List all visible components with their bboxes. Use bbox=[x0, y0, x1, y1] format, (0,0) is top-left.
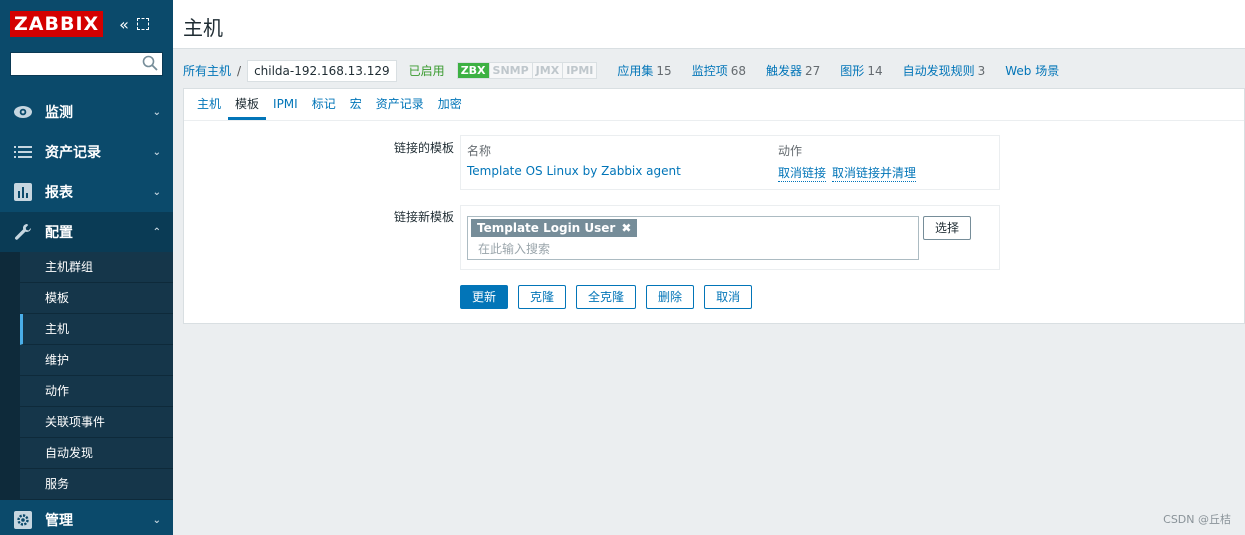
list-icon bbox=[12, 143, 34, 161]
selected-template-chip: Template Login User ✖ bbox=[471, 219, 638, 237]
unlink-button[interactable]: 取消链接 bbox=[778, 164, 827, 182]
linked-template-link[interactable]: Template OS Linux by Zabbix agent bbox=[467, 164, 681, 178]
ipmi-badge: IPMI bbox=[562, 63, 597, 78]
sidebar-search-input[interactable] bbox=[10, 52, 163, 76]
cancel-button[interactable]: 取消 bbox=[704, 285, 753, 309]
form-tabs: 主机 模板 IPMI 标记 宏 资产记录 加密 bbox=[184, 89, 1244, 121]
delete-button[interactable]: 删除 bbox=[646, 285, 695, 309]
submenu-item-discovery[interactable]: 自动发现 bbox=[20, 438, 173, 469]
search-icon[interactable] bbox=[142, 55, 158, 71]
unlink-clear-button[interactable]: 取消链接并清理 bbox=[832, 164, 917, 182]
host-status[interactable]: 已启用 bbox=[409, 62, 445, 79]
kiosk-mode-icon[interactable] bbox=[136, 18, 149, 30]
menu-label: 监测 bbox=[45, 105, 73, 121]
eye-icon bbox=[12, 103, 34, 121]
nav-count: 15 bbox=[656, 64, 672, 78]
tab-ipmi[interactable]: IPMI bbox=[266, 89, 305, 120]
submenu-item-hosts[interactable]: 主机 bbox=[20, 314, 173, 345]
chevron-down-icon: ⌄ bbox=[152, 146, 161, 158]
nav-link-label[interactable]: 图形 bbox=[840, 64, 864, 78]
collapse-sidebar-icon[interactable]: « bbox=[119, 15, 129, 34]
nav-link-label[interactable]: 应用集 bbox=[617, 64, 653, 78]
link-new-templates-label: 链接新模板 bbox=[393, 210, 454, 224]
update-button[interactable]: 更新 bbox=[460, 285, 509, 309]
nav-link-label[interactable]: 监控项 bbox=[692, 64, 728, 78]
sidebar: ZABBIX « 监测 ⌄ 资产记录 ⌄ 报表 ⌄ 配置 ⌃ 主机群组 模板 主… bbox=[0, 0, 173, 535]
clone-button[interactable]: 克隆 bbox=[518, 285, 567, 309]
menu-item-administration[interactable]: 管理 ⌄ bbox=[0, 500, 173, 535]
page-header: 主机 bbox=[173, 0, 1245, 49]
host-navbar: 所有主机 / childa-192.168.13.129 已启用 ZBX SNM… bbox=[183, 54, 1245, 87]
menu-label: 资产记录 bbox=[45, 145, 101, 161]
jmx-badge: JMX bbox=[531, 63, 563, 78]
template-multiselect[interactable]: Template Login User ✖ 在此输入搜索 bbox=[467, 216, 919, 260]
form-actions: 更新 克隆 全克隆 删除 取消 bbox=[460, 285, 762, 309]
tab-inventory[interactable]: 资产记录 bbox=[369, 89, 431, 120]
menu-item-reports[interactable]: 报表 ⌄ bbox=[0, 172, 173, 212]
bar-chart-icon bbox=[12, 183, 34, 201]
config-submenu: 主机群组 模板 主机 维护 动作 关联项事件 自动发现 服务 bbox=[0, 252, 173, 500]
nav-applications[interactable]: 应用集 15 bbox=[617, 62, 671, 79]
close-icon[interactable]: ✖ bbox=[621, 221, 631, 235]
column-header-action: 动作 bbox=[778, 144, 803, 158]
nav-count: 68 bbox=[730, 64, 746, 78]
chevron-down-icon: ⌄ bbox=[152, 514, 161, 526]
nav-link-label[interactable]: Web 场景 bbox=[1005, 64, 1059, 78]
breadcrumb-all-hosts[interactable]: 所有主机 bbox=[183, 62, 231, 79]
chevron-down-icon: ⌄ bbox=[152, 106, 161, 118]
nav-triggers[interactable]: 触发器 27 bbox=[766, 62, 820, 79]
submenu-item-services[interactable]: 服务 bbox=[20, 469, 173, 500]
menu-label: 配置 bbox=[45, 225, 73, 241]
wrench-icon bbox=[12, 223, 34, 241]
submenu-item-host-groups[interactable]: 主机群组 bbox=[20, 252, 173, 283]
template-search-input[interactable]: 在此输入搜索 bbox=[478, 240, 550, 257]
nav-discovery-rules[interactable]: 自动发现规则 3 bbox=[903, 62, 986, 79]
menu-label: 管理 bbox=[45, 513, 73, 529]
nav-web-scenarios[interactable]: Web 场景 bbox=[1005, 62, 1059, 79]
menu-item-inventory[interactable]: 资产记录 ⌄ bbox=[0, 132, 173, 172]
breadcrumb-host[interactable]: childa-192.168.13.129 bbox=[247, 59, 397, 82]
chevron-up-icon: ⌃ bbox=[152, 226, 161, 238]
availability-badges: ZBX SNMP JMX IPMI bbox=[456, 62, 598, 79]
snmp-badge: SNMP bbox=[488, 63, 532, 78]
nav-link-label[interactable]: 自动发现规则 bbox=[903, 64, 975, 78]
tab-encryption[interactable]: 加密 bbox=[431, 89, 469, 120]
logo-row: ZABBIX « bbox=[0, 0, 173, 48]
nav-count: 14 bbox=[867, 64, 883, 78]
linked-templates-table: 名称 动作 Template OS Linux by Zabbix agent … bbox=[460, 135, 1000, 190]
nav-link-label[interactable]: 触发器 bbox=[766, 64, 802, 78]
linked-templates-label: 链接的模板 bbox=[393, 141, 454, 155]
watermark: CSDN @丘桔 bbox=[1163, 513, 1231, 526]
tab-macros[interactable]: 宏 bbox=[343, 89, 369, 120]
chip-label: Template Login User bbox=[477, 221, 616, 235]
tab-templates[interactable]: 模板 bbox=[228, 89, 267, 120]
column-header-name: 名称 bbox=[467, 144, 492, 158]
nav-count: 27 bbox=[805, 64, 821, 78]
submenu-item-actions[interactable]: 动作 bbox=[20, 376, 173, 407]
page-title: 主机 bbox=[183, 16, 223, 40]
tab-tags[interactable]: 标记 bbox=[305, 89, 343, 120]
nav-count: 3 bbox=[977, 64, 986, 78]
nav-graphs[interactable]: 图形 14 bbox=[840, 62, 882, 79]
zabbix-logo[interactable]: ZABBIX bbox=[10, 11, 104, 37]
submenu-item-templates[interactable]: 模板 bbox=[20, 283, 173, 314]
zbx-badge: ZBX bbox=[457, 63, 489, 78]
tab-host[interactable]: 主机 bbox=[190, 89, 228, 120]
full-clone-button[interactable]: 全克隆 bbox=[576, 285, 637, 309]
link-new-templates-box: Template Login User ✖ 在此输入搜索 选择 bbox=[460, 205, 1000, 270]
menu-label: 报表 bbox=[45, 185, 73, 201]
host-form: 主机 模板 IPMI 标记 宏 资产记录 加密 链接的模板 名称 动作 Temp… bbox=[183, 88, 1245, 324]
menu-item-monitoring[interactable]: 监测 ⌄ bbox=[0, 92, 173, 132]
breadcrumb-separator: / bbox=[237, 63, 242, 78]
submenu-item-maintenance[interactable]: 维护 bbox=[20, 345, 173, 376]
submenu-item-correlation[interactable]: 关联项事件 bbox=[20, 407, 173, 438]
main-menu: 监测 ⌄ 资产记录 ⌄ 报表 ⌄ 配置 ⌃ 主机群组 模板 主机 维护 动作 关… bbox=[0, 92, 173, 535]
gear-icon bbox=[12, 511, 34, 529]
select-button[interactable]: 选择 bbox=[923, 216, 971, 240]
chevron-down-icon: ⌄ bbox=[152, 186, 161, 198]
nav-items[interactable]: 监控项 68 bbox=[692, 62, 746, 79]
menu-item-configuration[interactable]: 配置 ⌃ bbox=[0, 212, 173, 252]
